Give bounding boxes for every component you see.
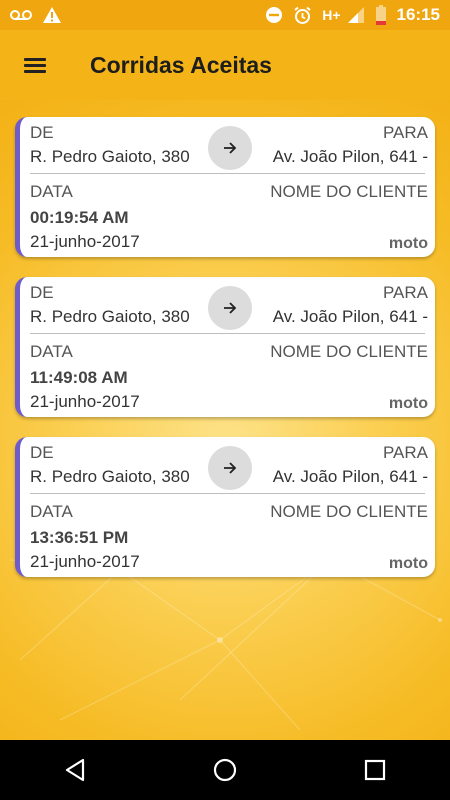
arrow-right-button[interactable] (208, 126, 252, 170)
status-bar: H+ 16:15 (0, 0, 450, 30)
voicemail-icon (10, 10, 32, 20)
recents-button[interactable] (345, 740, 405, 800)
to-address: Av. João Pilon, 641 - (272, 467, 428, 486)
ride-time: 11:49:08 AM (30, 368, 128, 387)
ride-card[interactable]: DE R. Pedro Gaioto, 380 PARA Av. João Pi… (15, 437, 435, 577)
date-label: DATA (30, 182, 73, 201)
ride-date: 21-junho-2017 (30, 392, 140, 411)
home-button[interactable] (195, 740, 255, 800)
ride-card[interactable]: DE R. Pedro Gaioto, 380 PARA Av. João Pi… (15, 277, 435, 417)
from-address: R. Pedro Gaioto, 380 (30, 147, 190, 166)
client-name-label: NOME DO CLIENTE (270, 502, 428, 521)
navigation-bar (0, 740, 450, 800)
date-label: DATA (30, 342, 73, 361)
arrow-right-icon (224, 462, 237, 474)
vehicle-type: moto (388, 395, 428, 412)
from-label: DE (30, 123, 54, 142)
clock: 16:15 (396, 5, 440, 24)
ride-date: 21-junho-2017 (30, 232, 140, 251)
from-label: DE (30, 443, 54, 462)
to-label: PARA (382, 443, 428, 462)
vehicle-type: moto (388, 555, 428, 572)
arrow-right-button[interactable] (208, 446, 252, 490)
ride-time: 13:36:51 PM (30, 528, 129, 547)
to-label: PARA (382, 123, 428, 142)
card-divider (30, 173, 425, 174)
alarm-icon (294, 6, 311, 24)
client-name-label: NOME DO CLIENTE (270, 182, 428, 201)
client-name-label: NOME DO CLIENTE (270, 342, 428, 361)
battery-low-icon (375, 5, 386, 25)
arrow-right-icon (224, 302, 237, 314)
app-bar: Corridas Aceitas (0, 30, 450, 100)
hamburger-menu-icon[interactable] (0, 30, 70, 100)
back-icon (65, 758, 85, 782)
ride-card[interactable]: DE R. Pedro Gaioto, 380 PARA Av. João Pi… (15, 117, 435, 257)
warning-icon (43, 7, 61, 23)
recents-icon (364, 759, 386, 781)
arrow-right-icon (224, 142, 237, 154)
date-label: DATA (30, 502, 73, 521)
from-address: R. Pedro Gaioto, 380 (30, 467, 190, 486)
signal-icon (347, 7, 364, 23)
vehicle-type: moto (388, 235, 428, 252)
do-not-disturb-icon (266, 7, 283, 23)
back-button[interactable] (45, 740, 105, 800)
ride-date: 21-junho-2017 (30, 552, 140, 571)
from-address: R. Pedro Gaioto, 380 (30, 307, 190, 326)
arrow-right-button[interactable] (208, 286, 252, 330)
ride-time: 00:19:54 AM (30, 208, 129, 227)
network-type: H+ (322, 7, 341, 23)
to-label: PARA (382, 283, 428, 302)
card-divider (30, 333, 425, 334)
page-title: Corridas Aceitas (90, 51, 272, 78)
to-address: Av. João Pilon, 641 - (272, 307, 428, 326)
to-address: Av. João Pilon, 641 - (272, 147, 428, 166)
card-divider (30, 493, 425, 494)
home-icon (213, 758, 237, 782)
from-label: DE (30, 283, 54, 302)
